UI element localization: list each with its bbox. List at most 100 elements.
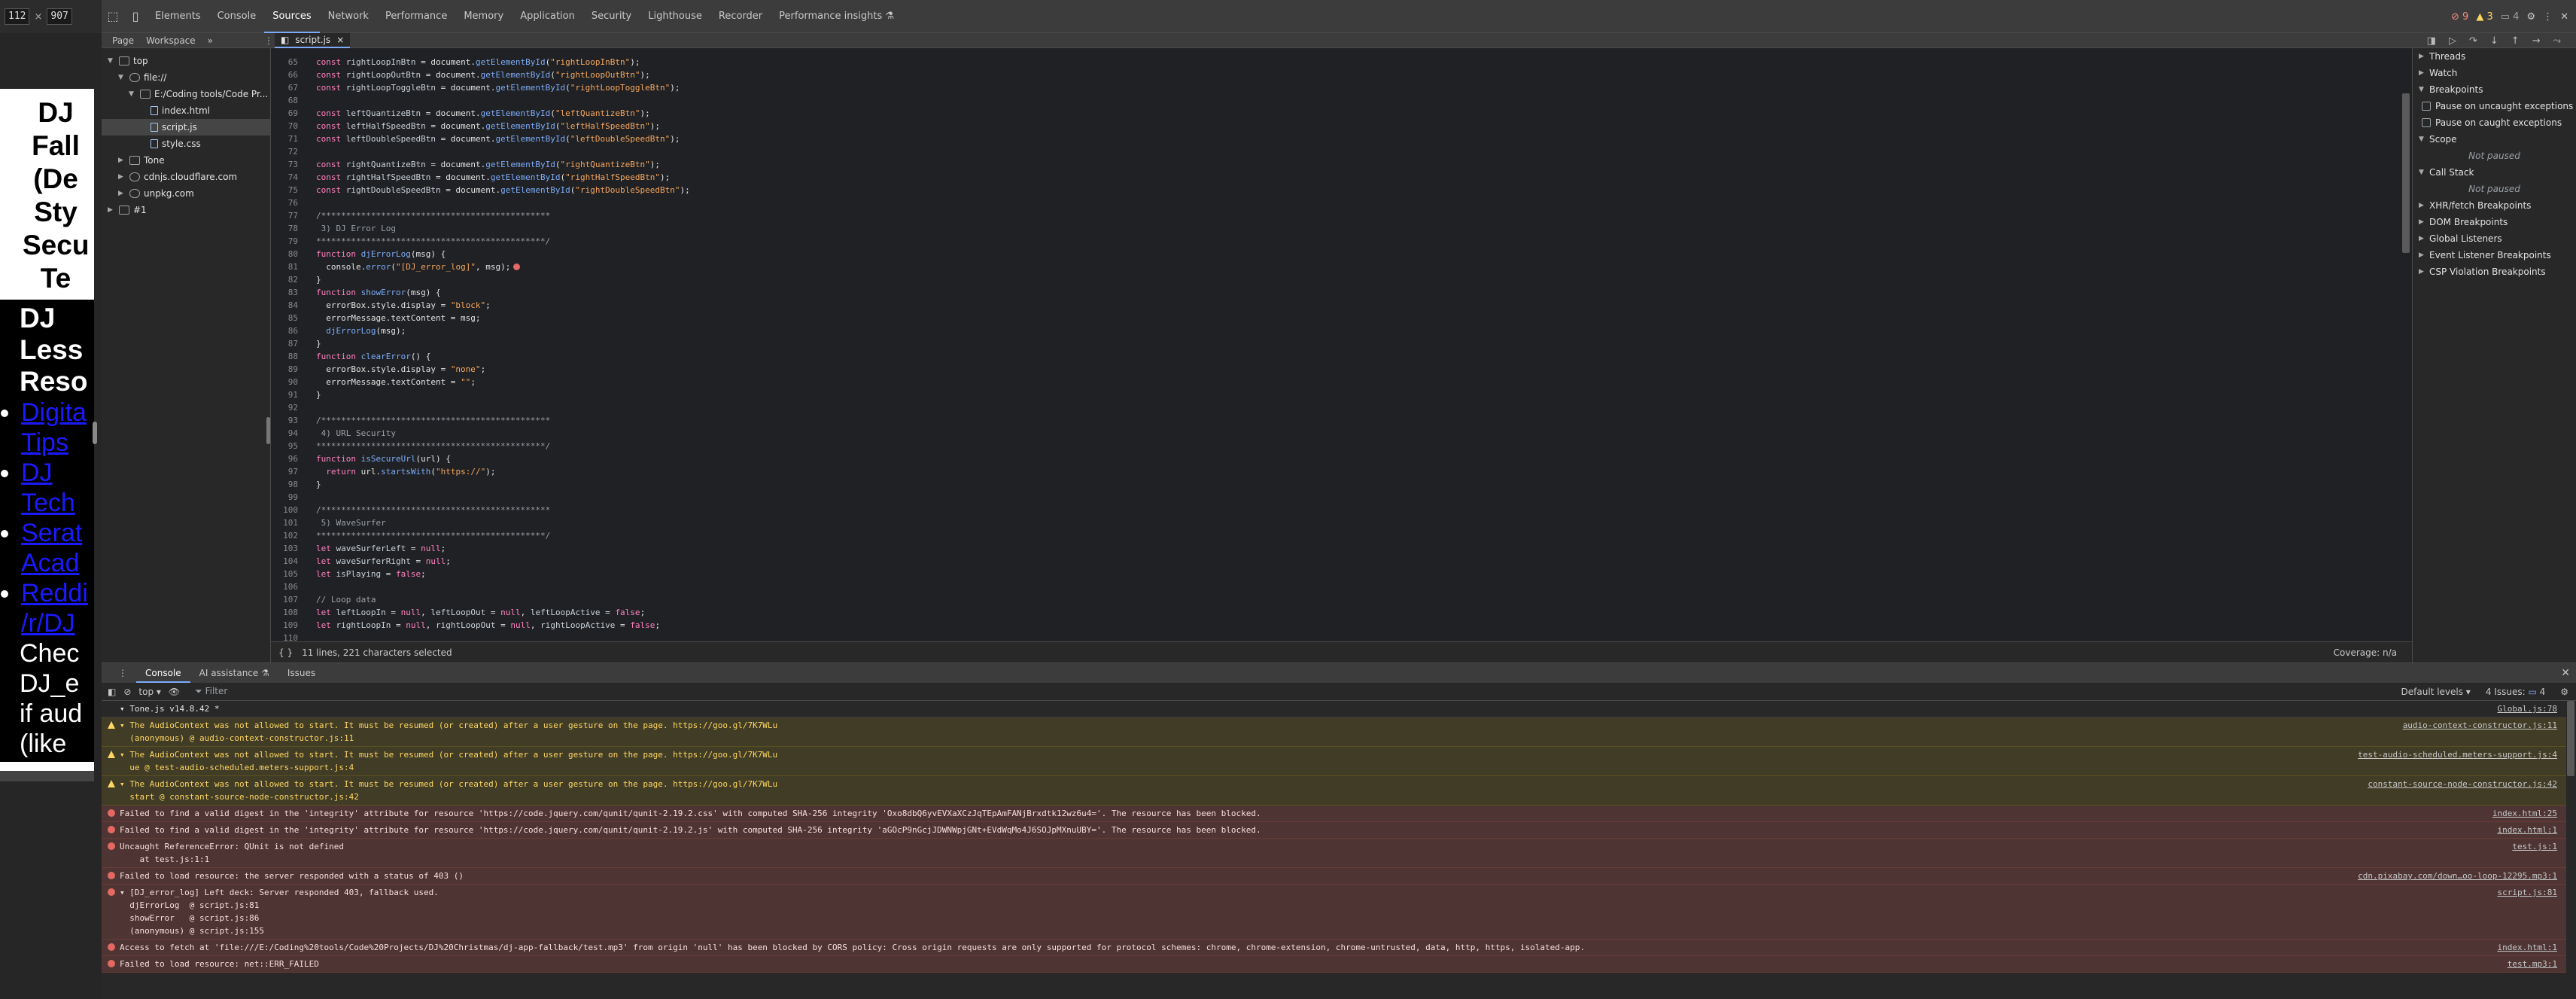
- tab-memory[interactable]: Memory: [455, 0, 512, 33]
- line-number[interactable]: 80: [271, 248, 298, 260]
- expand-arrow-icon[interactable]: ▼: [118, 69, 126, 86]
- tab-network[interactable]: Network: [320, 0, 377, 33]
- console-message[interactable]: ▾ The AudioContext was not allowed to st…: [102, 717, 2566, 747]
- expand-arrow-icon[interactable]: ▶: [2419, 214, 2425, 230]
- section-watch[interactable]: ▶ Watch: [2413, 65, 2576, 81]
- console-message[interactable]: Access to fetch at 'file:///E:/Coding%20…: [102, 940, 2566, 956]
- line-number[interactable]: 99: [271, 491, 298, 504]
- source-link[interactable]: cdn.pixabay.com/down…oo-loop-12295.mp3:1: [2358, 870, 2557, 882]
- expand-arrow-icon[interactable]: ▶: [118, 185, 126, 202]
- drawer-menu-icon[interactable]: ⋮: [109, 663, 136, 683]
- section-threads[interactable]: ▶ Threads: [2413, 48, 2576, 65]
- console-message[interactable]: Failed to load resource: the server resp…: [102, 868, 2566, 885]
- source-link[interactable]: index.html:1: [2498, 941, 2557, 954]
- source-link[interactable]: index.html:25: [2492, 807, 2557, 820]
- expand-arrow-icon[interactable]: ▶: [118, 152, 126, 169]
- line-number[interactable]: 91: [271, 388, 298, 401]
- expand-arrow-icon[interactable]: ▶: [2419, 247, 2425, 263]
- line-number[interactable]: 81: [271, 260, 298, 273]
- tab-performance[interactable]: Performance: [377, 0, 455, 33]
- console-message[interactable]: ▾ The AudioContext was not allowed to st…: [102, 747, 2566, 776]
- line-number[interactable]: 95: [271, 440, 298, 452]
- expand-arrow-icon[interactable]: ▶: [2419, 65, 2425, 81]
- line-number[interactable]: 83: [271, 286, 298, 299]
- clear-console-icon[interactable]: ⊘: [123, 687, 131, 697]
- step-into-icon[interactable]: ↓: [2490, 35, 2498, 47]
- code-content[interactable]: const rightLoopInBtn = document.getEleme…: [316, 56, 690, 632]
- resume-icon[interactable]: ▷: [2449, 35, 2456, 47]
- line-number[interactable]: 71: [271, 132, 298, 145]
- more-tabs-icon[interactable]: »: [203, 35, 217, 46]
- line-number-gutter[interactable]: 65 66 67 68 69 70 71 72 73 74 75 76 77 78 79 80 81 82 83 84…: [271, 56, 298, 641]
- expand-arrow-icon[interactable]: ▶: [2419, 197, 2425, 214]
- line-number[interactable]: 87: [271, 337, 298, 350]
- sidebar-toggle-icon[interactable]: ◧: [108, 687, 116, 697]
- code-editor[interactable]: 65 66 67 68 69 70 71 72 73 74 75 76 77 78 79 80 81 82 83 84…: [271, 48, 2412, 641]
- line-number[interactable]: 96: [271, 452, 298, 465]
- tab-elements[interactable]: Elements: [147, 0, 209, 33]
- tree-item[interactable]: ▶ cdnjs.cloudflare.com: [102, 169, 270, 185]
- line-number[interactable]: 105: [271, 568, 298, 580]
- expand-arrow-icon[interactable]: ▶: [2419, 263, 2425, 280]
- tree-item[interactable]: ▼ file://: [102, 69, 270, 86]
- resource-link[interactable]: Serat Acad: [21, 518, 91, 578]
- console-message[interactable]: ▾ [DJ_error_log] Left deck: Server respo…: [102, 885, 2566, 940]
- source-link[interactable]: test.mp3:1: [2508, 958, 2557, 970]
- tree-item[interactable]: ▼ E:/Coding tools/Code Pr...: [102, 86, 270, 102]
- console-settings-icon[interactable]: ⚙: [2560, 687, 2568, 697]
- line-number[interactable]: 77: [271, 209, 298, 222]
- line-number[interactable]: 90: [271, 376, 298, 388]
- live-expression-icon[interactable]: 👁: [169, 687, 180, 697]
- preview-resize-handle[interactable]: [93, 422, 97, 444]
- viewport-height-input[interactable]: 907: [47, 8, 72, 25]
- resource-link[interactable]: Reddi /r/DJ: [21, 578, 91, 638]
- line-number[interactable]: 66: [271, 69, 298, 81]
- step-out-icon[interactable]: ↑: [2511, 35, 2520, 47]
- tree-item[interactable]: style.css: [102, 136, 270, 152]
- close-tab-icon[interactable]: ×: [336, 35, 344, 45]
- source-link[interactable]: constant-source-node-constructor.js:42: [2368, 778, 2557, 790]
- tab-performance-insights[interactable]: Performance insights ⚗: [771, 0, 902, 33]
- line-number[interactable]: 93: [271, 414, 298, 427]
- section-xhr-fetch-breakpoints[interactable]: ▶ XHR/fetch Breakpoints: [2413, 197, 2576, 214]
- line-number[interactable]: 73: [271, 158, 298, 171]
- line-number[interactable]: 104: [271, 555, 298, 568]
- filter-input[interactable]: ⏷ Filter: [195, 686, 227, 697]
- line-number[interactable]: 78: [271, 222, 298, 235]
- drawer-tab-ai-assistance[interactable]: AI assistance ⚗: [190, 663, 278, 683]
- expand-arrow-icon[interactable]: ▶: [118, 169, 126, 185]
- device-toolbar-icon[interactable]: ▯: [124, 0, 147, 33]
- source-link[interactable]: test.js:1: [2512, 840, 2557, 853]
- line-number[interactable]: 86: [271, 324, 298, 337]
- line-number[interactable]: 102: [271, 529, 298, 542]
- section-scope[interactable]: ▼ Scope: [2413, 131, 2576, 148]
- section-event-listener-breakpoints[interactable]: ▶ Event Listener Breakpoints: [2413, 247, 2576, 263]
- more-options-icon[interactable]: ⋮: [2543, 11, 2553, 23]
- context-selector[interactable]: top ▾: [138, 687, 161, 697]
- tab-lighthouse[interactable]: Lighthouse: [640, 0, 710, 33]
- tree-item[interactable]: script.js: [102, 119, 270, 136]
- settings-gear-icon[interactable]: ⚙: [2526, 11, 2535, 23]
- error-marker-icon[interactable]: [513, 263, 521, 270]
- issues-count[interactable]: ▭ 4: [2501, 11, 2520, 23]
- drawer-tab-issues[interactable]: Issues: [278, 663, 324, 683]
- console-scrollbar[interactable]: [2567, 701, 2574, 776]
- source-link[interactable]: script.js:81: [2498, 886, 2557, 899]
- warning-count[interactable]: ▲ 3: [2476, 11, 2492, 23]
- pretty-print-icon[interactable]: { }: [278, 647, 293, 658]
- line-number[interactable]: 108: [271, 606, 298, 619]
- tree-item[interactable]: ▶ Tone: [102, 152, 270, 169]
- expand-arrow-icon[interactable]: ▼: [2419, 81, 2425, 98]
- console-message[interactable]: ▾ Tone.js v14.8.42 * Global.js:78: [102, 701, 2566, 717]
- line-number[interactable]: 72: [271, 145, 298, 158]
- preview-scrollbar[interactable]: [0, 771, 94, 781]
- expand-arrow-icon[interactable]: ▼: [2419, 164, 2425, 181]
- tree-item[interactable]: ▼ top: [102, 53, 270, 69]
- console-message[interactable]: ▾ The AudioContext was not allowed to st…: [102, 776, 2566, 806]
- section-global-listeners[interactable]: ▶ Global Listeners: [2413, 230, 2576, 247]
- section-dom-breakpoints[interactable]: ▶ DOM Breakpoints: [2413, 214, 2576, 230]
- line-number[interactable]: 68: [271, 94, 298, 107]
- line-number[interactable]: 109: [271, 619, 298, 632]
- issues-button[interactable]: 4 Issues: ▭ 4: [2486, 687, 2545, 697]
- line-number[interactable]: 82: [271, 273, 298, 286]
